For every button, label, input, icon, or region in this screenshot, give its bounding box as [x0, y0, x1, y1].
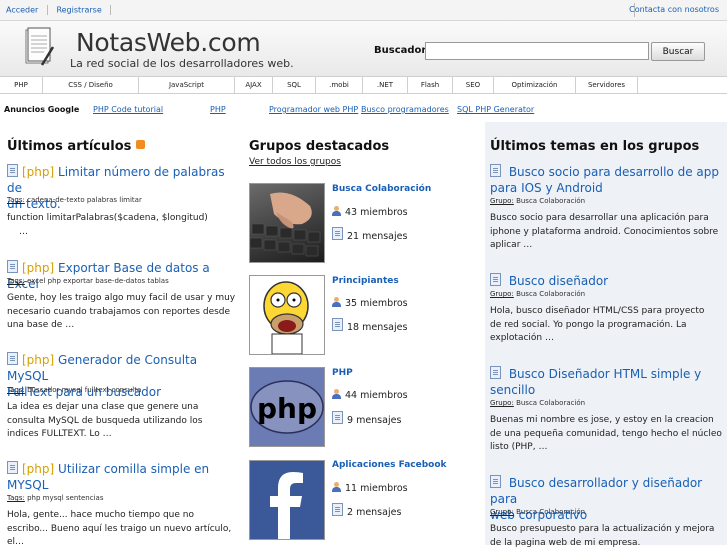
nav-flash[interactable]: Flash — [408, 77, 453, 93]
article-excerpt: Hola, gente... hace mucho tiempo que no e… — [7, 510, 232, 547]
category-nav: PHP CSS / Diseño JavaScript AJAX SQL .mo… — [0, 77, 727, 94]
topic-excerpt: Busco socio para desarrollar una aplicac… — [490, 213, 719, 250]
notepad-logo-icon[interactable] — [24, 27, 54, 67]
group-messages: 2 mensajes — [332, 503, 401, 518]
user-icon — [332, 297, 341, 307]
nav-javascript[interactable]: JavaScript — [139, 77, 235, 93]
group-members: 43 miembros — [332, 206, 408, 218]
group-name[interactable]: Principiantes — [332, 276, 399, 286]
nav-ajax[interactable]: AJAX — [235, 77, 273, 93]
group-messages: 18 mensajes — [332, 318, 407, 333]
ad-link[interactable]: Busco programadores — [361, 105, 449, 114]
document-icon — [332, 503, 343, 516]
ad-link[interactable]: SQL PHP Generator — [457, 105, 534, 114]
group-thumbnail-homer[interactable] — [249, 275, 325, 355]
search-button[interactable]: Buscar — [651, 42, 705, 61]
rss-icon[interactable] — [135, 140, 145, 149]
nav-css[interactable]: CSS / Diseño — [43, 77, 139, 93]
topic-excerpt: Busco presupuesto para la actualización … — [490, 524, 715, 548]
ads-label: Anuncios Google — [4, 105, 80, 114]
article-excerpt: Gente, hoy les traigo algo muy facil de … — [7, 293, 236, 330]
articles-heading: Últimos artículos — [7, 139, 145, 154]
see-all-groups-link[interactable]: Ver todos los grupos — [249, 157, 341, 167]
topic-title[interactable]: Busco Diseñador HTML simple y sencillo — [490, 366, 725, 398]
topic-title[interactable]: Busco socio para desarrollo de app para I… — [490, 164, 725, 196]
groups-heading: Grupos destacados — [249, 139, 390, 154]
register-link[interactable]: Registrarse — [56, 6, 101, 15]
group-members: 11 miembros — [332, 482, 408, 494]
document-icon — [490, 164, 501, 177]
topic-excerpt: Buenas mi nombre es jose, y estoy en la … — [490, 415, 722, 452]
article-tags: Tags: cadena-de-texto palabras limitar — [7, 196, 142, 204]
nav-php[interactable]: PHP — [0, 77, 43, 93]
article-title[interactable]: [php] Utilizar comilla simple en MYSQL — [7, 461, 232, 493]
nav-seo[interactable]: SEO — [453, 77, 494, 93]
group-name[interactable]: Busca Colaboración — [332, 184, 431, 194]
topic-title[interactable]: Busco diseñador — [490, 273, 725, 289]
document-icon — [490, 475, 501, 488]
article-title[interactable]: [php] Exportar Base de datos a Excel — [7, 260, 232, 292]
group-thumbnail-keyboard[interactable] — [249, 183, 325, 263]
article-tags: Tags: buscador mysql fulltext consulta — [7, 386, 142, 394]
document-icon — [332, 411, 343, 424]
article-excerpt: function limitarPalabras($cadena, $longi… — [7, 213, 208, 237]
article-excerpt: La idea es dejar una clase que genere un… — [7, 402, 203, 439]
ad-link[interactable]: PHP Code tutorial — [93, 105, 163, 114]
nav-dotnet[interactable]: .NET — [363, 77, 408, 93]
search-input[interactable] — [425, 42, 649, 60]
nav-optimizacion[interactable]: Optimización — [494, 77, 576, 93]
nav-servidores[interactable]: Servidores — [576, 77, 638, 93]
document-icon — [332, 227, 343, 240]
user-icon — [332, 389, 341, 399]
top-bar: Acceder Registrarse Contacta con nosotro… — [0, 0, 727, 21]
user-icon — [332, 206, 341, 216]
topic-group: Grupo: Busca Colaboración — [490, 399, 586, 407]
article-tags: Tags: excel php exportar base-de-datos t… — [7, 277, 169, 285]
group-name[interactable]: PHP — [332, 368, 353, 378]
search-label: Buscador: — [374, 45, 431, 56]
topic-group: Grupo: Busca Colaboración — [490, 290, 586, 298]
site-title[interactable]: NotasWeb.com — [76, 28, 261, 57]
nav-sql[interactable]: SQL — [273, 77, 316, 93]
article-title[interactable]: [php] Limitar número de palabras de un te… — [7, 164, 232, 212]
document-icon — [7, 461, 18, 474]
user-icon — [332, 482, 341, 492]
topic-excerpt: Hola, busco diseñador HTML/CSS para proy… — [490, 306, 705, 343]
group-messages: 21 mensajes — [332, 227, 407, 242]
group-thumbnail-facebook[interactable] — [249, 460, 325, 540]
document-icon — [7, 164, 18, 177]
login-link[interactable]: Acceder — [6, 6, 38, 15]
article-tags: Tags: php mysql sentencias — [7, 494, 104, 502]
site-tagline: La red social de los desarrolladores web… — [70, 57, 294, 70]
group-messages: 9 mensajes — [332, 411, 401, 426]
document-icon — [332, 318, 343, 331]
contact-link[interactable]: Contacta con nosotros — [629, 5, 719, 14]
nav-mobi[interactable]: .mobi — [316, 77, 363, 93]
group-members: 35 miembros — [332, 297, 408, 309]
group-thumbnail-php[interactable]: php — [249, 367, 325, 447]
topic-group: Grupo: Busca Colaboración — [490, 508, 586, 516]
document-icon — [7, 260, 18, 273]
group-members: 44 miembros — [332, 389, 408, 401]
document-icon — [490, 273, 501, 286]
svg-text:php: php — [257, 392, 317, 425]
document-icon — [7, 352, 18, 365]
site-header: NotasWeb.com La red social de los desarr… — [0, 21, 727, 77]
document-icon — [490, 366, 501, 379]
group-name[interactable]: Aplicaciones Facebook — [332, 460, 447, 470]
ad-link[interactable]: Programador web PHP — [269, 105, 358, 114]
topic-group: Grupo: Busca Colaboración — [490, 197, 586, 205]
topics-heading: Últimos temas en los grupos — [490, 139, 700, 154]
ad-link[interactable]: PHP — [210, 105, 226, 114]
